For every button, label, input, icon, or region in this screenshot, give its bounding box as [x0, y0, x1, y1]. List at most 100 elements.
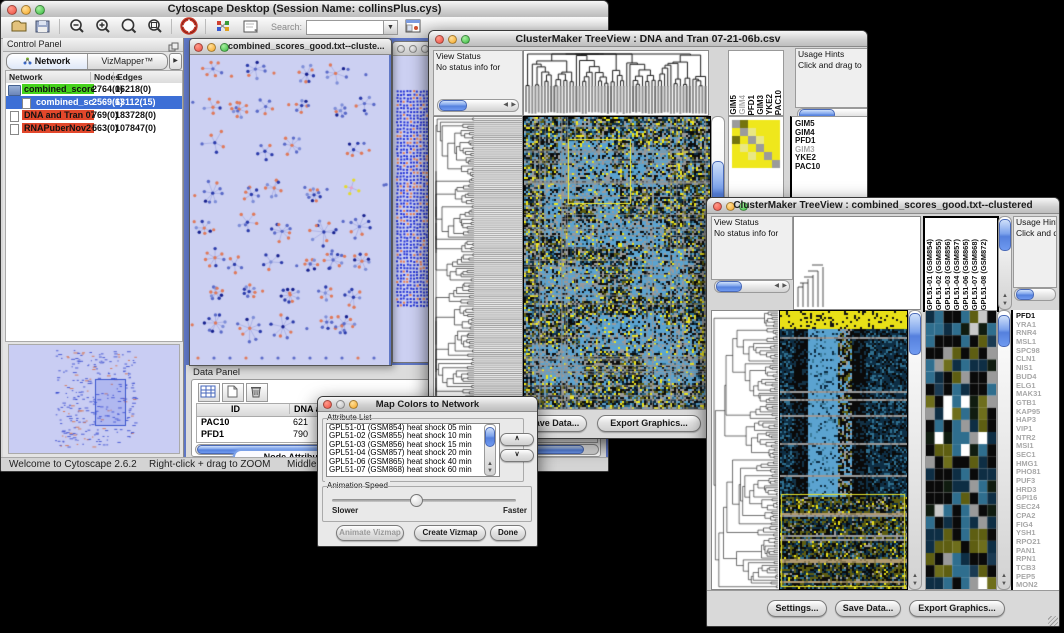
gene-label[interactable]: PFD1: [1016, 311, 1059, 320]
animate-vizmap-button[interactable]: Animate Vizmap: [336, 525, 404, 541]
gene-label[interactable]: PFD1: [795, 136, 868, 145]
attribute-list[interactable]: GPL51-01 (GSM854) heat shock 05 minGPL51…: [326, 423, 500, 477]
network-row[interactable]: combined_sco 2569(6) 13112(15): [6, 96, 182, 109]
usage-hints-scrollbar[interactable]: [1014, 288, 1056, 301]
column-header-id[interactable]: ID: [231, 404, 240, 414]
export-graphics-button[interactable]: Export Graphics...: [597, 415, 701, 432]
attribute-list-scrollbar[interactable]: ▲▼: [484, 424, 496, 476]
row-dendrogram[interactable]: [433, 116, 523, 410]
column-label[interactable]: GIM5: [729, 95, 738, 115]
gene-label[interactable]: SEC24: [1016, 502, 1059, 511]
gene-label[interactable]: VIP1: [1016, 424, 1059, 433]
gene-label[interactable]: SPC98: [1016, 346, 1059, 355]
gene-label[interactable]: MSL1: [1016, 337, 1059, 346]
tab-overflow-button[interactable]: ▶: [169, 53, 182, 70]
gene-label[interactable]: MON2: [1016, 580, 1059, 589]
column-labels-scrollbar[interactable]: ▲▼: [998, 216, 1012, 310]
done-button[interactable]: Done: [490, 525, 526, 541]
column-dendrogram[interactable]: [523, 50, 709, 116]
column-label[interactable]: PAC10: [774, 90, 783, 115]
gene-label[interactable]: HAP3: [1016, 415, 1059, 424]
create-vizmap-button[interactable]: Create Vizmap: [414, 525, 486, 541]
gene-label[interactable]: PEP5: [1016, 572, 1059, 581]
gene-label[interactable]: GIM5: [795, 119, 868, 128]
zoom-selected-icon[interactable]: [145, 17, 165, 36]
zoom-fit-icon[interactable]: [119, 17, 139, 36]
gene-label[interactable]: GIM4: [795, 128, 868, 137]
tab-vizmapper[interactable]: VizMapper™: [88, 54, 168, 69]
gene-label[interactable]: MAK31: [1016, 389, 1059, 398]
zoom-heatmap-canvas[interactable]: [925, 310, 997, 590]
network-view-canvas[interactable]: [190, 55, 389, 365]
move-up-button[interactable]: ∧: [500, 433, 534, 446]
gene-label[interactable]: NIS1: [1016, 363, 1059, 372]
annotation-icon[interactable]: [241, 17, 261, 36]
move-down-button[interactable]: ∨: [500, 449, 534, 462]
column-label[interactable]: YKE2: [765, 94, 774, 115]
gene-label[interactable]: PHO81: [1016, 467, 1059, 476]
zoom-matrix-canvas[interactable]: [731, 119, 781, 171]
save-data-button[interactable]: Save Data...: [835, 600, 901, 617]
heatmap-canvas[interactable]: [779, 310, 908, 590]
export-graphics-button[interactable]: Export Graphics...: [909, 600, 1005, 617]
gene-label[interactable]: SEC1: [1016, 450, 1059, 459]
gene-label[interactable]: PAC10: [795, 162, 868, 171]
gene-label[interactable]: GIM3: [795, 145, 868, 154]
column-label[interactable]: GPL51-02 (GSM855): [934, 239, 943, 310]
gene-label[interactable]: FIG4: [1016, 520, 1059, 529]
gene-label[interactable]: NTR2: [1016, 433, 1059, 442]
column-label[interactable]: GIM4: [738, 95, 747, 115]
gene-label[interactable]: YRA1: [1016, 320, 1059, 329]
view-status-scrollbar[interactable]: ◀▶: [437, 99, 519, 112]
gene-label[interactable]: CLN1: [1016, 354, 1059, 363]
tab-network[interactable]: Network: [7, 54, 88, 69]
table-view-icon[interactable]: [198, 383, 220, 402]
panel-layout-icon[interactable]: [403, 17, 423, 36]
help-lifesaver-icon[interactable]: [179, 17, 199, 36]
column-label[interactable]: GPL51-07 (GSM868): [970, 239, 979, 310]
column-label[interactable]: GIM3: [756, 95, 765, 115]
zoom-out-icon[interactable]: [67, 17, 87, 36]
column-label[interactable]: PFD1: [747, 95, 756, 115]
network-table[interactable]: combined_scores 2764(0) 16218(0) combine…: [5, 83, 183, 342]
gene-label[interactable]: KAP95: [1016, 407, 1059, 416]
open-folder-icon[interactable]: [9, 17, 29, 36]
gene-label[interactable]: TCB3: [1016, 563, 1059, 572]
new-attribute-icon[interactable]: [222, 383, 244, 402]
gene-label[interactable]: RNR4: [1016, 328, 1059, 337]
zoom-vscrollbar[interactable]: ▲▼: [997, 310, 1011, 590]
delete-attribute-icon[interactable]: [246, 383, 268, 402]
gene-label[interactable]: HMG1: [1016, 459, 1059, 468]
minimize-icon[interactable]: [409, 45, 417, 53]
gene-label[interactable]: CPA2: [1016, 511, 1059, 520]
gene-label[interactable]: RPN1: [1016, 554, 1059, 563]
heatmap-canvas[interactable]: [523, 116, 711, 410]
gene-label[interactable]: GTB1: [1016, 398, 1059, 407]
row-dendrogram[interactable]: [711, 310, 781, 590]
resize-grip[interactable]: [1048, 616, 1058, 626]
settings-button[interactable]: Settings...: [767, 600, 827, 617]
search-input[interactable]: [306, 20, 384, 35]
gene-label[interactable]: RPO21: [1016, 537, 1059, 546]
gene-label[interactable]: ELG1: [1016, 381, 1059, 390]
gene-label[interactable]: MSI1: [1016, 441, 1059, 450]
gene-label[interactable]: YKE2: [795, 153, 868, 162]
gene-label[interactable]: GPI16: [1016, 493, 1059, 502]
heatmap-vscrollbar[interactable]: ▲▼: [908, 310, 922, 590]
speed-slider-track[interactable]: [332, 499, 516, 502]
network-row[interactable]: DNA and Tran 07 769(0) 183728(0): [6, 109, 182, 122]
main-titlebar[interactable]: Cytoscape Desktop (Session Name: collins…: [1, 1, 608, 18]
network-row[interactable]: RNAPuberNov2+ 563(0) 107847(0): [6, 122, 182, 135]
speed-slider-thumb[interactable]: [410, 494, 423, 507]
save-icon[interactable]: [33, 17, 53, 36]
search-dropdown-icon[interactable]: ▼: [383, 20, 398, 35]
close-icon[interactable]: [397, 45, 405, 53]
gene-label[interactable]: YSH1: [1016, 528, 1059, 537]
close-icon[interactable]: [194, 43, 203, 52]
network-row[interactable]: combined_scores 2764(0) 16218(0): [6, 83, 182, 96]
network-link-icon[interactable]: [213, 17, 233, 36]
column-label[interactable]: GPL51-08 (GSM872): [979, 239, 988, 310]
column-label[interactable]: GPL51-06 (GSM865): [961, 239, 970, 310]
gene-label[interactable]: HRD3: [1016, 485, 1059, 494]
minimize-icon[interactable]: [207, 43, 216, 52]
